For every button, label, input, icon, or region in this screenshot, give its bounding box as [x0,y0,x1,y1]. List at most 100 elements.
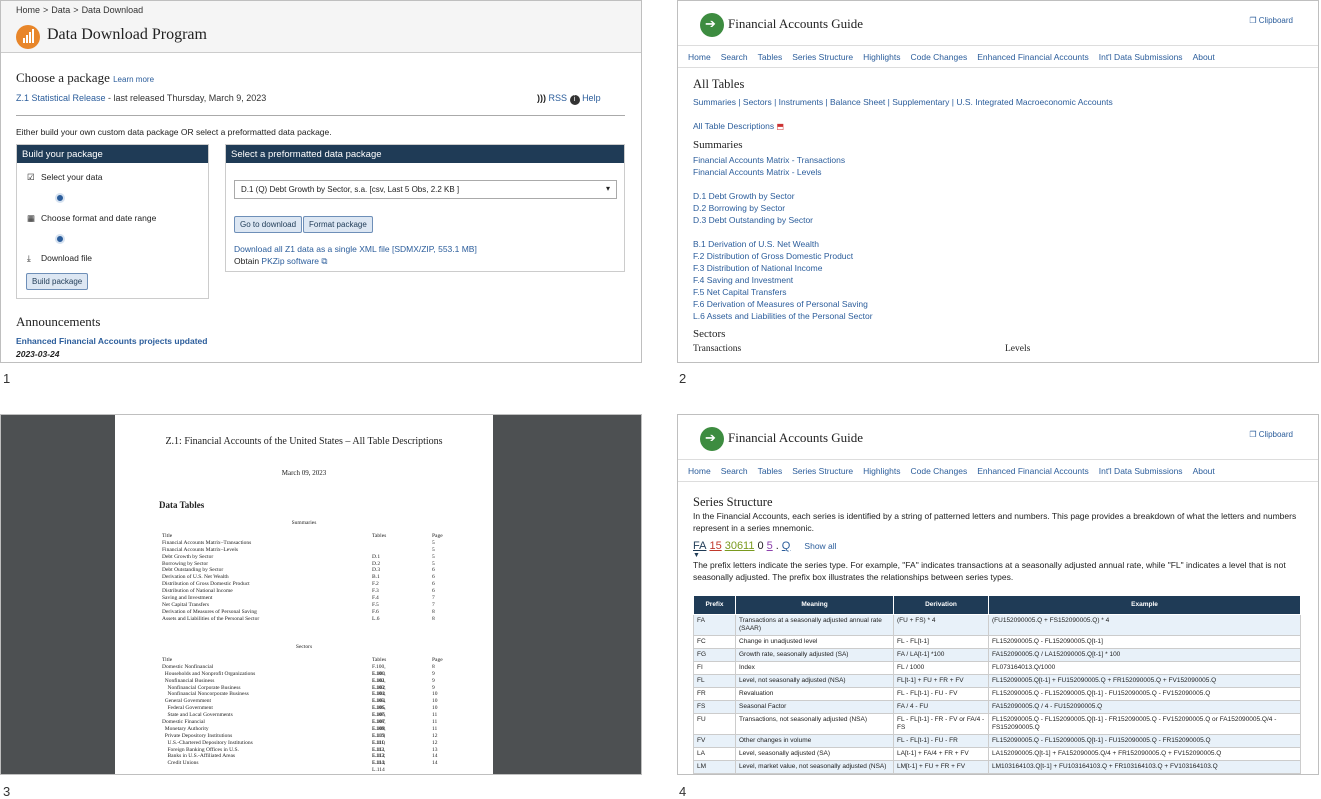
help-link[interactable]: Help [582,93,601,103]
release-link[interactable]: Z.1 Statistical Release [16,93,106,103]
show-all-link[interactable]: Show all [804,541,836,551]
column-header: Page [432,533,443,539]
step-download-file[interactable]: ⤓ Download file [27,253,92,264]
breadcrumb-data[interactable]: Data [51,5,70,15]
table-cell: D.1 [372,553,381,560]
table-cell: 9 [432,684,435,691]
build-package-button[interactable]: Build package [26,273,89,290]
mnemonic-instrument[interactable]: 30611 [725,540,755,552]
table-link[interactable]: L.6 Assets and Liabilities of the Person… [693,310,1303,322]
format-package-button[interactable]: Format package [303,216,373,233]
nav-intl[interactable]: Int'l Data Submissions [1099,466,1183,476]
table-link[interactable]: D.1 Debt Growth by Sector [693,190,1303,202]
nav-intl[interactable]: Int'l Data Submissions [1099,52,1183,62]
table-row: FG Growth rate, seasonally adjusted (SA) F… [693,648,1301,662]
nav-series-structure[interactable]: Series Structure [792,466,853,476]
learn-more-link[interactable]: Learn more [113,75,154,84]
nav-tables[interactable]: Tables [758,466,783,476]
table-cell: Level, seasonally adjusted (SA) [735,747,894,761]
table-cell: Revaluation [735,687,894,701]
sectors-table: Title Tables Page Domestic Nonfinancial F.10… [162,657,443,773]
nav-about[interactable]: About [1193,466,1215,476]
mnemonic-prefix[interactable]: FA [693,540,706,552]
table-cell: FA / LA[t-1] *100 [893,648,989,662]
guide-title: Financial Accounts Guide [728,430,864,445]
pdf-date: March 09, 2023 [281,469,327,477]
table-row: LM Level, market value, not seasonally ad… [693,760,1301,774]
nav-enhanced[interactable]: Enhanced Financial Accounts [977,52,1089,62]
table-cell: Distribution of National Income [162,588,233,595]
table-link[interactable]: D.2 Borrowing by Sector [693,202,1303,214]
table-cell: Saving and Investment [162,595,213,602]
all-descriptions-link[interactable]: All Table Descriptions [693,121,774,131]
table-cell: LA [693,747,736,761]
nav-series-structure[interactable]: Series Structure [792,52,853,62]
mnemonic-frequency[interactable]: Q [782,540,791,552]
nav-search[interactable]: Search [721,52,748,62]
nav-home[interactable]: Home [688,466,711,476]
mnemonic-sector[interactable]: 15 [709,540,721,552]
table-cell: Domestic Nonfinancial [162,663,214,670]
table-cell: Financial Accounts Matrix–Levels [162,546,239,553]
nav-highlights[interactable]: Highlights [863,52,900,62]
table-link[interactable]: B.1 Derivation of U.S. Net Wealth [693,238,1303,250]
build-package-header: Build your package [17,145,208,163]
clipboard-icon: ❐ [1249,430,1257,439]
table-link[interactable]: F.5 Net Capital Transfers [693,286,1303,298]
table-link[interactable]: F.2 Distribution of Gross Domestic Produ… [693,250,1303,262]
section-links[interactable]: Summaries | Sectors | Instruments | Bala… [693,96,1303,108]
table-cell: LM103164103.Q[t-1] + FU103164103.Q + FR1… [988,760,1301,774]
pdf-page: Z.1: Financial Accounts of the United St… [115,415,493,774]
signal-bars-icon [16,25,40,49]
guide-title: Financial Accounts Guide [728,16,864,31]
table-link[interactable]: F.6 Derivation of Measures of Personal S… [693,298,1303,310]
table-cell: Transactions, not seasonally adjusted (N… [735,713,894,735]
table-row: General Government F.105, L.105 10 [162,698,438,711]
help-icon[interactable]: i [569,95,580,105]
rss-icon[interactable]: ))) [537,93,546,103]
nav-about[interactable]: About [1193,52,1215,62]
table-link[interactable]: D.3 Debt Outstanding by Sector [693,214,1303,226]
table-header-row: Title Tables Page [162,657,443,664]
clipboard-icon: ❐ [1249,16,1257,25]
table-link[interactable]: Financial Accounts Matrix - Transactions [693,154,1303,166]
mnemonic-calc[interactable]: 5 [767,540,773,552]
clipboard-link[interactable]: ❐ Clipboard [1249,16,1293,25]
table-row: FR Revaluation FL - FL[t-1] - FU - FV FL152… [693,687,1301,701]
table-cell: 6 [432,588,435,595]
nav-home[interactable]: Home [688,52,711,62]
download-all-link[interactable]: Download all Z1 data as a single XML fil… [234,244,477,254]
go-to-download-button[interactable]: Go to download [234,216,303,233]
table-row: FA Transactions at a seasonally adjusted … [693,614,1301,636]
nav-search[interactable]: Search [721,466,748,476]
table-row: Domestic Nonfinancial F.100, L.100 8 [162,663,435,677]
package-select[interactable]: D.1 (Q) Debt Growth by Sector, s.a. [csv… [234,180,617,199]
nav-highlights[interactable]: Highlights [863,466,900,476]
series-structure-window: Financial Accounts Guide ❐ Clipboard Hom… [677,414,1319,775]
nav-enhanced[interactable]: Enhanced Financial Accounts [977,466,1089,476]
table-row: Saving and Investment F.4 7 [162,595,435,602]
table-link[interactable]: Financial Accounts Matrix - Levels [693,166,1303,178]
table-link[interactable]: F.3 Distribution of National Income [693,262,1303,274]
table-link[interactable]: F.4 Saving and Investment [693,274,1303,286]
table-cell: 14 [432,760,438,767]
table-cell: LM[t-1] + FU + FR + FV [893,760,989,774]
mnemonic-digit[interactable]: 0 [757,540,763,552]
step-select-data[interactable]: ☑ Select your data [27,172,102,183]
step-format-date[interactable]: ▦ Choose format and date range [27,213,156,224]
sectors-caption: Sectors [295,644,313,650]
table-cell: 8 [432,663,435,670]
release-info: Z.1 Statistical Release - last released … [16,93,267,103]
rss-link[interactable]: RSS [549,93,568,103]
table-row: Federal Government F.106, L.106 10 [162,705,438,718]
pkzip-link[interactable]: PKZip software [261,256,319,266]
intro-text: In the Financial Accounts, each series i… [693,511,1297,533]
table-row: FL Level, not seasonally adjusted (NSA) FL… [693,674,1301,688]
clipboard-link[interactable]: ❐ Clipboard [1249,430,1293,439]
nav-code-changes[interactable]: Code Changes [910,52,967,62]
breadcrumb-home[interactable]: Home [16,5,40,15]
table-cell: FA152090005.Q / LA152090005.Q[t-1] * 100 [988,648,1301,662]
announcement-link[interactable]: Enhanced Financial Accounts projects upd… [16,336,207,346]
nav-code-changes[interactable]: Code Changes [910,466,967,476]
nav-tables[interactable]: Tables [758,52,783,62]
